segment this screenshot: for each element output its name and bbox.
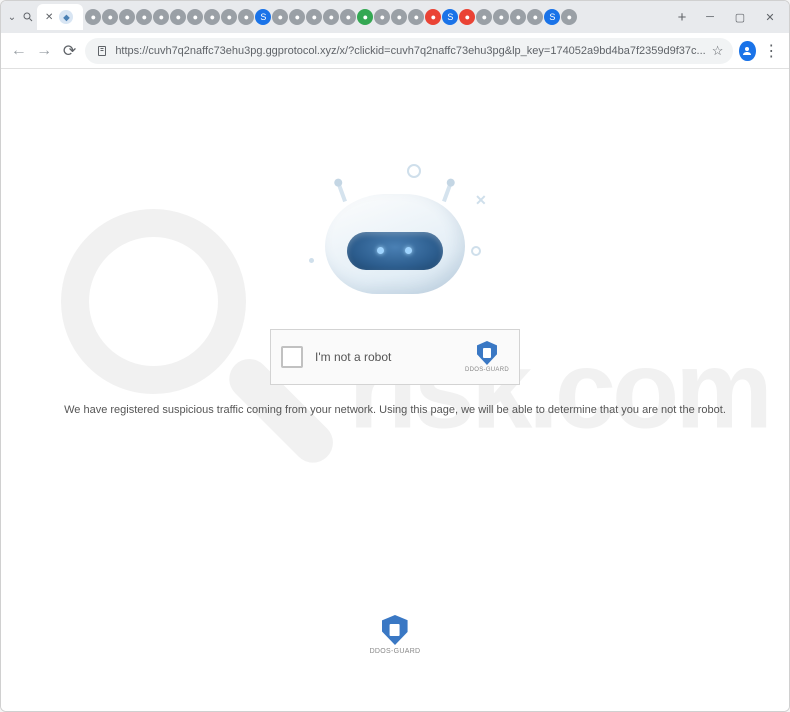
robot-eye-icon — [405, 247, 412, 254]
decoration-circle-icon — [471, 246, 481, 256]
tab-favicon-icon[interactable]: ● — [119, 9, 135, 25]
background-tabs: ● ● ● ● ● ● ● ● ● ● S ● ● ● ● ● ● ● ● ● … — [85, 9, 669, 25]
robot-antenna-icon — [337, 184, 347, 202]
tab-strip: ⌄ ✕ ◆ ● ● ● ● ● ● ● ● ● ● S ● ● ● ● ● — [1, 1, 789, 33]
decoration-x-icon: ✕ — [475, 192, 487, 209]
tab-favicon-icon[interactable]: ● — [425, 9, 441, 25]
active-tab[interactable]: ✕ ◆ — [37, 4, 83, 30]
footer-brand-text: DDOS-GUARD — [370, 648, 421, 655]
shield-icon — [477, 341, 497, 365]
tab-favicon-icon[interactable]: ● — [374, 9, 390, 25]
tab-favicon-icon[interactable]: ● — [238, 9, 254, 25]
tab-favicon-icon[interactable]: ● — [85, 9, 101, 25]
nav-back-icon[interactable]: ← — [9, 39, 28, 63]
tab-favicon-icon[interactable]: ● — [476, 9, 492, 25]
profile-avatar-icon[interactable] — [739, 41, 755, 61]
page-content: risk.com ✕ I'm not a robot DDOS-GUARD — [1, 69, 789, 711]
tab-favicon-icon[interactable]: ● — [340, 9, 356, 25]
captcha-brand: DDOS-GUARD — [465, 341, 509, 373]
robot-eye-icon — [377, 247, 384, 254]
address-bar[interactable]: https://cuvh7q2naffc73ehu3pg.ggprotocol.… — [85, 38, 733, 64]
robot-visor-icon — [347, 232, 443, 270]
window-close-icon[interactable]: ✕ — [755, 5, 785, 29]
nav-reload-icon[interactable]: ⟳ — [60, 39, 79, 63]
new-tab-button[interactable]: + — [671, 9, 693, 26]
tab-favicon-icon[interactable]: ● — [272, 9, 288, 25]
footer-brand: DDOS-GUARD — [370, 615, 421, 655]
tab-favicon-icon[interactable]: ● — [170, 9, 186, 25]
tab-search-icon[interactable] — [21, 8, 35, 26]
robot-illustration: ✕ — [295, 174, 495, 314]
tab-favicon-icon[interactable]: ● — [204, 9, 220, 25]
tab-favicon-icon[interactable]: ● — [221, 9, 237, 25]
captcha-label: I'm not a robot — [315, 350, 453, 364]
tab-favicon-icon[interactable]: ● — [187, 9, 203, 25]
decoration-circle-icon — [407, 164, 421, 178]
tab-favicon-icon[interactable]: ● — [391, 9, 407, 25]
url-text: https://cuvh7q2naffc73ehu3pg.ggprotocol.… — [115, 45, 705, 57]
tab-favicon-icon[interactable]: ● — [306, 9, 322, 25]
window-maximize-icon[interactable]: ▢ — [725, 5, 755, 29]
captcha-widget: I'm not a robot DDOS-GUARD — [270, 329, 520, 385]
watermark-magnifier-icon — [61, 209, 246, 394]
tab-favicon-icon[interactable]: S — [255, 9, 271, 25]
tab-favicon-icon[interactable]: ● — [561, 9, 577, 25]
tab-favicon-icon[interactable]: ● — [408, 9, 424, 25]
suspicious-traffic-message: We have registered suspicious traffic co… — [1, 404, 789, 416]
tab-favicon-icon: ◆ — [59, 10, 73, 24]
tab-favicon-icon[interactable]: ● — [153, 9, 169, 25]
nav-forward-icon[interactable]: → — [34, 39, 53, 63]
shield-icon — [382, 615, 408, 645]
tab-favicon-icon[interactable]: S — [544, 9, 560, 25]
tab-favicon-icon[interactable]: S — [442, 9, 458, 25]
tab-favicon-icon[interactable]: ● — [102, 9, 118, 25]
tab-favicon-icon[interactable]: ● — [510, 9, 526, 25]
tab-favicon-icon[interactable]: ● — [527, 9, 543, 25]
tab-favicon-icon[interactable]: ● — [493, 9, 509, 25]
window-minimize-icon[interactable]: ─ — [695, 5, 725, 29]
browser-window: ⌄ ✕ ◆ ● ● ● ● ● ● ● ● ● ● S ● ● ● ● ● — [0, 0, 790, 712]
browser-toolbar: ← → ⟳ https://cuvh7q2naffc73ehu3pg.ggpro… — [1, 33, 789, 69]
browser-menu-icon[interactable]: ⋮ — [762, 39, 781, 63]
tab-favicon-icon[interactable]: ● — [459, 9, 475, 25]
bookmark-star-icon[interactable]: ☆ — [712, 43, 724, 59]
tab-list-dropdown-icon[interactable]: ⌄ — [5, 8, 19, 26]
tab-favicon-icon[interactable]: ● — [136, 9, 152, 25]
tab-favicon-icon[interactable]: ● — [323, 9, 339, 25]
tab-favicon-icon[interactable]: ● — [357, 9, 373, 25]
site-info-icon[interactable] — [95, 44, 109, 58]
captcha-brand-text: DDOS-GUARD — [465, 367, 509, 373]
tab-favicon-icon[interactable]: ● — [289, 9, 305, 25]
captcha-checkbox[interactable] — [281, 346, 303, 368]
decoration-dot-icon — [309, 258, 314, 263]
robot-antenna-icon — [442, 184, 452, 202]
window-controls: ─ ▢ ✕ — [695, 5, 785, 29]
tab-close-icon[interactable]: ✕ — [43, 12, 55, 23]
tab-list-controls: ⌄ — [5, 8, 35, 26]
